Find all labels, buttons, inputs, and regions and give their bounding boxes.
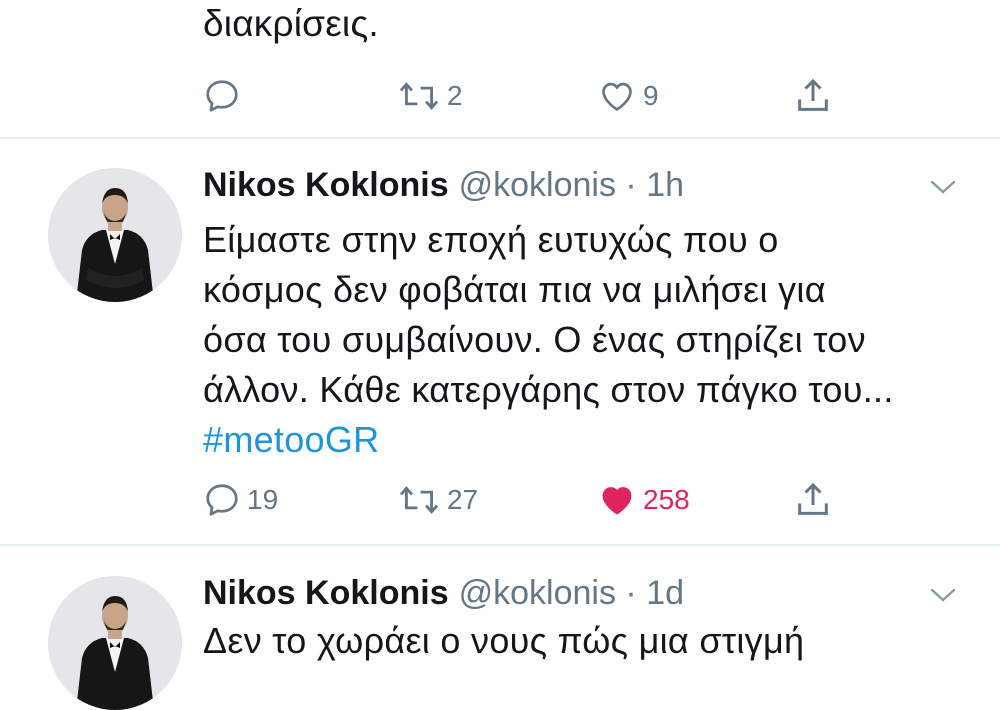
author-handle[interactable]: @koklonis · 1d	[459, 574, 684, 612]
like-button[interactable]: 9	[597, 74, 659, 118]
like-icon	[602, 487, 632, 515]
separator: ·	[625, 574, 637, 612]
handle-text: @koklonis	[458, 166, 616, 204]
tweet[interactable]: Nikos Koklonis @koklonis · 1h Είμαστε στη…	[0, 158, 1000, 548]
share-icon	[798, 78, 828, 111]
hashtag-link[interactable]: #metooGR	[203, 415, 983, 465]
tweet-actions: 19 27 258	[203, 478, 843, 522]
retweet-button[interactable]: 2	[397, 74, 463, 118]
tweet-header: Nikos Koklonis @koklonis · 1d	[203, 568, 684, 618]
author-name[interactable]: Nikos Koklonis	[203, 166, 449, 204]
tweet-time[interactable]: 1d	[646, 574, 684, 612]
share-icon	[798, 482, 828, 515]
tweet-text: Είμαστε στην εποχή ευτυχώς που ο κόσμος …	[203, 215, 983, 465]
author-name[interactable]: Nikos Koklonis	[203, 574, 449, 612]
timeline: διακρίσεις. 2 9 Nikos Koklonis @koklonis…	[0, 0, 1000, 710]
share-button[interactable]	[793, 478, 833, 522]
avatar-image	[48, 168, 182, 302]
tweet-line: κόσμος δεν φοβάται πια να μιλήσει για	[203, 269, 826, 310]
tweet-line: άλλον. Κάθε κατεργάρης στον πάγκο του...	[203, 369, 894, 410]
tweet-divider	[0, 137, 1000, 139]
tweet-time[interactable]: 1h	[646, 166, 684, 204]
retweet-count: 27	[447, 484, 479, 515]
handle-text: @koklonis	[458, 574, 616, 612]
share-button[interactable]	[793, 74, 833, 118]
avatar[interactable]	[48, 168, 182, 302]
tweet-text: διακρίσεις.	[203, 3, 379, 44]
tweet-line: Δεν το χωράει ο νους πώς μια στιγμή	[203, 620, 805, 661]
tweet-divider	[0, 544, 1000, 546]
chevron-down-icon[interactable]	[926, 583, 960, 607]
tweet-actions: 2 9	[203, 74, 843, 118]
reply-count: 19	[247, 484, 279, 515]
like-icon	[602, 82, 632, 111]
separator: ·	[625, 166, 637, 204]
tweet-line: Είμαστε στην εποχή ευτυχώς που ο	[203, 219, 779, 260]
previous-tweet[interactable]: διακρίσεις. 2 9	[0, 0, 1000, 138]
reply-button[interactable]: 19	[203, 478, 278, 522]
retweet-icon	[399, 82, 439, 110]
reply-icon	[206, 484, 238, 516]
retweet-button[interactable]: 27	[397, 478, 478, 522]
chevron-down-icon[interactable]	[926, 175, 960, 199]
tweet[interactable]: Nikos Koklonis @koklonis · 1d Δεν το χωρά…	[0, 566, 1000, 710]
tweet-line: όσα του συμβαίνουν. Ο ένας στηρίζει τον	[203, 319, 866, 360]
like-count: 258	[643, 484, 690, 515]
reply-icon	[206, 80, 238, 112]
avatar-image	[48, 576, 182, 710]
tweet-header: Nikos Koklonis @koklonis · 1h	[203, 160, 684, 210]
author-handle[interactable]: @koklonis · 1h	[459, 166, 684, 204]
retweet-count: 2	[447, 80, 463, 111]
tweet-text: Δεν το χωράει ο νους πώς μια στιγμή	[203, 616, 983, 666]
like-button[interactable]: 258	[597, 478, 690, 522]
like-count: 9	[643, 80, 659, 111]
reply-button[interactable]	[203, 74, 241, 118]
retweet-icon	[399, 486, 439, 514]
avatar[interactable]	[48, 576, 182, 710]
